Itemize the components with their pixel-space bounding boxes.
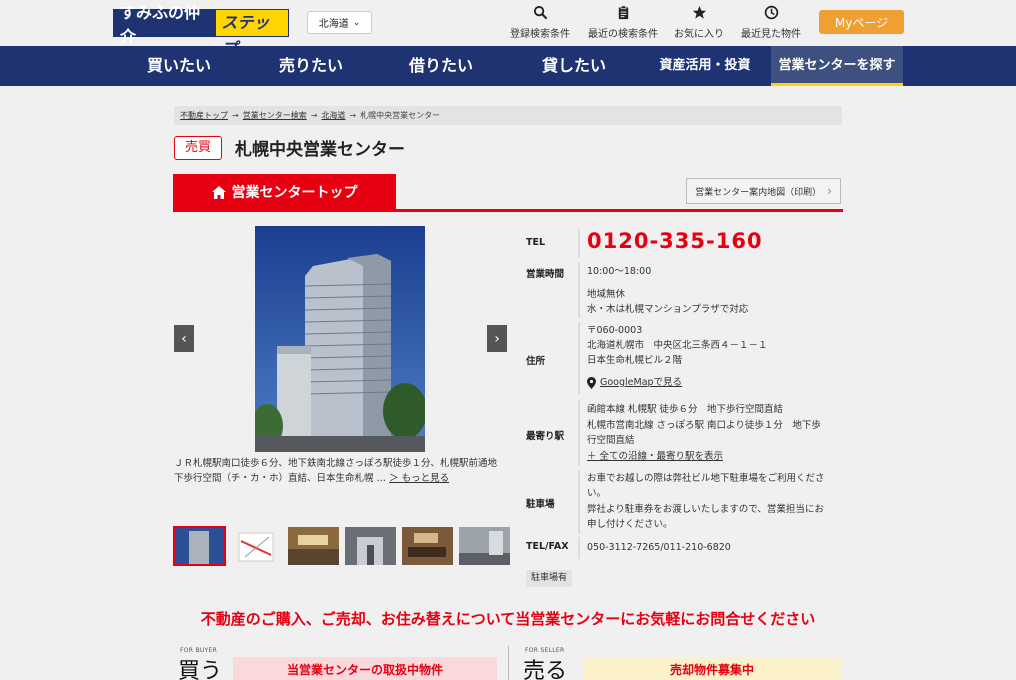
thumbnail-building[interactable] bbox=[173, 526, 226, 566]
site-header: すみふの仲介 ステップ 北海道 ⌄ 登録検索条件 最近の検索条件 お気に入り 最… bbox=[0, 0, 1016, 58]
holidays-line-1: 地域無休 bbox=[587, 289, 626, 300]
seller-recruit-button[interactable]: 売却物件募集中 bbox=[583, 657, 841, 680]
thumbnail-map[interactable] bbox=[231, 527, 282, 565]
thumbnail-meeting-room[interactable] bbox=[402, 527, 453, 565]
address-separator bbox=[578, 322, 580, 394]
postal-code: 〒060-0003 bbox=[587, 325, 643, 336]
photo-caption: ＪＲ札幌駅南口徒歩６分、地下鉄南北線さっぽろ駅徒歩１分、札幌駅前通地下歩行空間（… bbox=[174, 456, 504, 486]
station-label: 最寄り駅 bbox=[526, 431, 565, 442]
address-label: 住所 bbox=[526, 356, 546, 367]
tel-label: TEL bbox=[526, 237, 546, 248]
parking-available-tag: 駐車場有 bbox=[526, 570, 573, 587]
page-title: 札幌中央営業センター bbox=[235, 140, 406, 160]
map-pin-icon bbox=[587, 376, 596, 389]
nav-item-sell[interactable]: 売りたい bbox=[252, 46, 370, 86]
telfax-value: 050-3112-7265/011-210-6820 bbox=[587, 542, 731, 553]
print-map-label: 営業センター案内地図（印刷） bbox=[695, 187, 822, 198]
station-separator bbox=[578, 400, 580, 466]
logo-sub-text: ステップ bbox=[216, 10, 288, 58]
parking-separator bbox=[578, 470, 580, 534]
chevron-right-icon: › bbox=[827, 184, 832, 198]
clipboard-icon bbox=[618, 5, 628, 20]
holidays-line-2: 水・木は札幌マンションプラザで対応 bbox=[587, 304, 749, 315]
saved-search-link[interactable]: 登録検索条件 bbox=[510, 5, 570, 41]
tel-number[interactable]: 0120-335-160 bbox=[587, 229, 763, 253]
parking-line-4: 申し付けください。 bbox=[587, 519, 673, 530]
recent-search-label: 最近の検索条件 bbox=[588, 29, 658, 40]
station-line-2: 札幌市営南北線 さっぽろ駅 南口より徒歩１分 地下歩 bbox=[587, 420, 821, 431]
buyer-heading: 買う bbox=[178, 659, 223, 680]
google-map-label[interactable]: GoogleMapで見る bbox=[600, 375, 682, 390]
tab-center-top-label: 営業センタートップ bbox=[231, 185, 358, 201]
search-icon bbox=[533, 5, 547, 20]
main-photo bbox=[255, 226, 425, 452]
google-map-link[interactable]: GoogleMapで見る bbox=[587, 375, 682, 390]
hours-separator bbox=[578, 262, 580, 318]
clock-icon bbox=[764, 5, 778, 20]
listings-button[interactable]: 当営業センターの取扱中物件 bbox=[233, 657, 497, 680]
breadcrumb-center-search[interactable]: 営業センター検索 bbox=[243, 110, 307, 121]
more-link[interactable]: ＞ もっと見る bbox=[389, 473, 449, 484]
saved-search-label: 登録検索条件 bbox=[510, 29, 570, 40]
region-select[interactable]: 北海道 ⌄ bbox=[307, 11, 372, 34]
title-row: 売買 札幌中央営業センター bbox=[174, 135, 405, 160]
gallery-prev-button[interactable]: ‹ bbox=[174, 325, 194, 352]
print-map-button[interactable]: 営業センター案内地図（印刷） › bbox=[686, 178, 841, 204]
nav-item-find-center[interactable]: 営業センターを探す bbox=[771, 46, 903, 86]
breadcrumb-home[interactable]: 不動産トップ bbox=[180, 110, 228, 121]
mypage-button[interactable]: Myページ bbox=[819, 10, 904, 34]
breadcrumb-separator: → bbox=[349, 111, 357, 120]
telfax-label: TEL/FAX bbox=[526, 541, 569, 552]
star-icon bbox=[692, 5, 706, 19]
breadcrumb-current: 札幌中央営業センター bbox=[360, 111, 441, 120]
telfax-separator bbox=[578, 537, 580, 559]
contact-cta: 不動産のご購入、ご売却、お住み替えについて当営業センターにお気軽にお問合せくださ… bbox=[200, 610, 816, 628]
tab-center-top[interactable]: 営業センタートップ bbox=[173, 174, 396, 210]
seller-heading: 売る bbox=[523, 659, 568, 680]
all-stations-link[interactable]: ＋ 全ての沿線・最寄り駅を表示 bbox=[587, 449, 723, 464]
recently-viewed-link[interactable]: 最近見た物件 bbox=[741, 5, 801, 41]
logo-main-text: すみふの仲介 bbox=[120, 3, 201, 46]
chevron-down-icon: ⌄ bbox=[352, 17, 361, 28]
parking-label: 駐車場 bbox=[526, 499, 555, 510]
home-icon bbox=[211, 185, 226, 199]
breadcrumb-separator: → bbox=[232, 111, 239, 120]
category-badge: 売買 bbox=[174, 135, 223, 160]
favorites-label: お気に入り bbox=[674, 29, 724, 40]
nav-item-lease[interactable]: 貸したい bbox=[515, 46, 633, 86]
nav-item-rent[interactable]: 借りたい bbox=[382, 46, 500, 86]
station-line-3: 行空間直結 bbox=[587, 435, 635, 446]
breadcrumb: 不動産トップ → 営業センター検索 → 北海道 → 札幌中央営業センター bbox=[174, 106, 842, 125]
tel-separator bbox=[578, 229, 580, 257]
thumbnail-lobby[interactable] bbox=[288, 527, 339, 565]
hours-label: 営業時間 bbox=[526, 269, 565, 280]
thumbnail-strip bbox=[173, 526, 510, 566]
main-nav: 買いたい 売りたい 借りたい 貸したい 資産活用・投資 営業センターを探す bbox=[0, 46, 1016, 86]
region-select-value: 北海道 bbox=[318, 19, 349, 30]
site-logo[interactable]: すみふの仲介 ステップ bbox=[113, 3, 289, 58]
section-divider bbox=[508, 646, 509, 680]
parking-line-3: 弊社より駐車券をお渡しいたしますので、営業担当にお bbox=[587, 504, 824, 515]
nav-item-invest[interactable]: 資産活用・投資 bbox=[645, 46, 765, 86]
parking-line-1: お車でお越しの際は弊社ビル地下駐車場をご利用くださ bbox=[587, 473, 825, 484]
favorites-link[interactable]: お気に入り bbox=[674, 5, 724, 41]
breadcrumb-separator: → bbox=[310, 111, 318, 120]
recent-search-link[interactable]: 最近の検索条件 bbox=[588, 5, 658, 41]
address-line-1: 北海道札幌市 中央区北三条西４－１－１ bbox=[587, 340, 768, 351]
thumbnail-entrance[interactable] bbox=[345, 527, 396, 565]
office-building-image bbox=[255, 226, 425, 452]
gallery-next-button[interactable]: › bbox=[487, 325, 507, 352]
station-line-1: 函館本線 札幌駅 徒歩６分 地下歩行空間直結 bbox=[587, 404, 784, 415]
all-stations-label[interactable]: ＋ 全ての沿線・最寄り駅を表示 bbox=[587, 451, 723, 462]
nav-item-buy[interactable]: 買いたい bbox=[120, 46, 238, 86]
breadcrumb-hokkaido[interactable]: 北海道 bbox=[321, 110, 345, 121]
recently-viewed-label: 最近見た物件 bbox=[741, 29, 801, 40]
hours-value: 10:00〜18:00 bbox=[587, 266, 652, 277]
parking-line-2: い。 bbox=[587, 488, 607, 499]
tab-underline bbox=[173, 209, 843, 212]
thumbnail-street[interactable] bbox=[459, 527, 510, 565]
address-line-2: 日本生命札幌ビル２階 bbox=[587, 355, 683, 366]
